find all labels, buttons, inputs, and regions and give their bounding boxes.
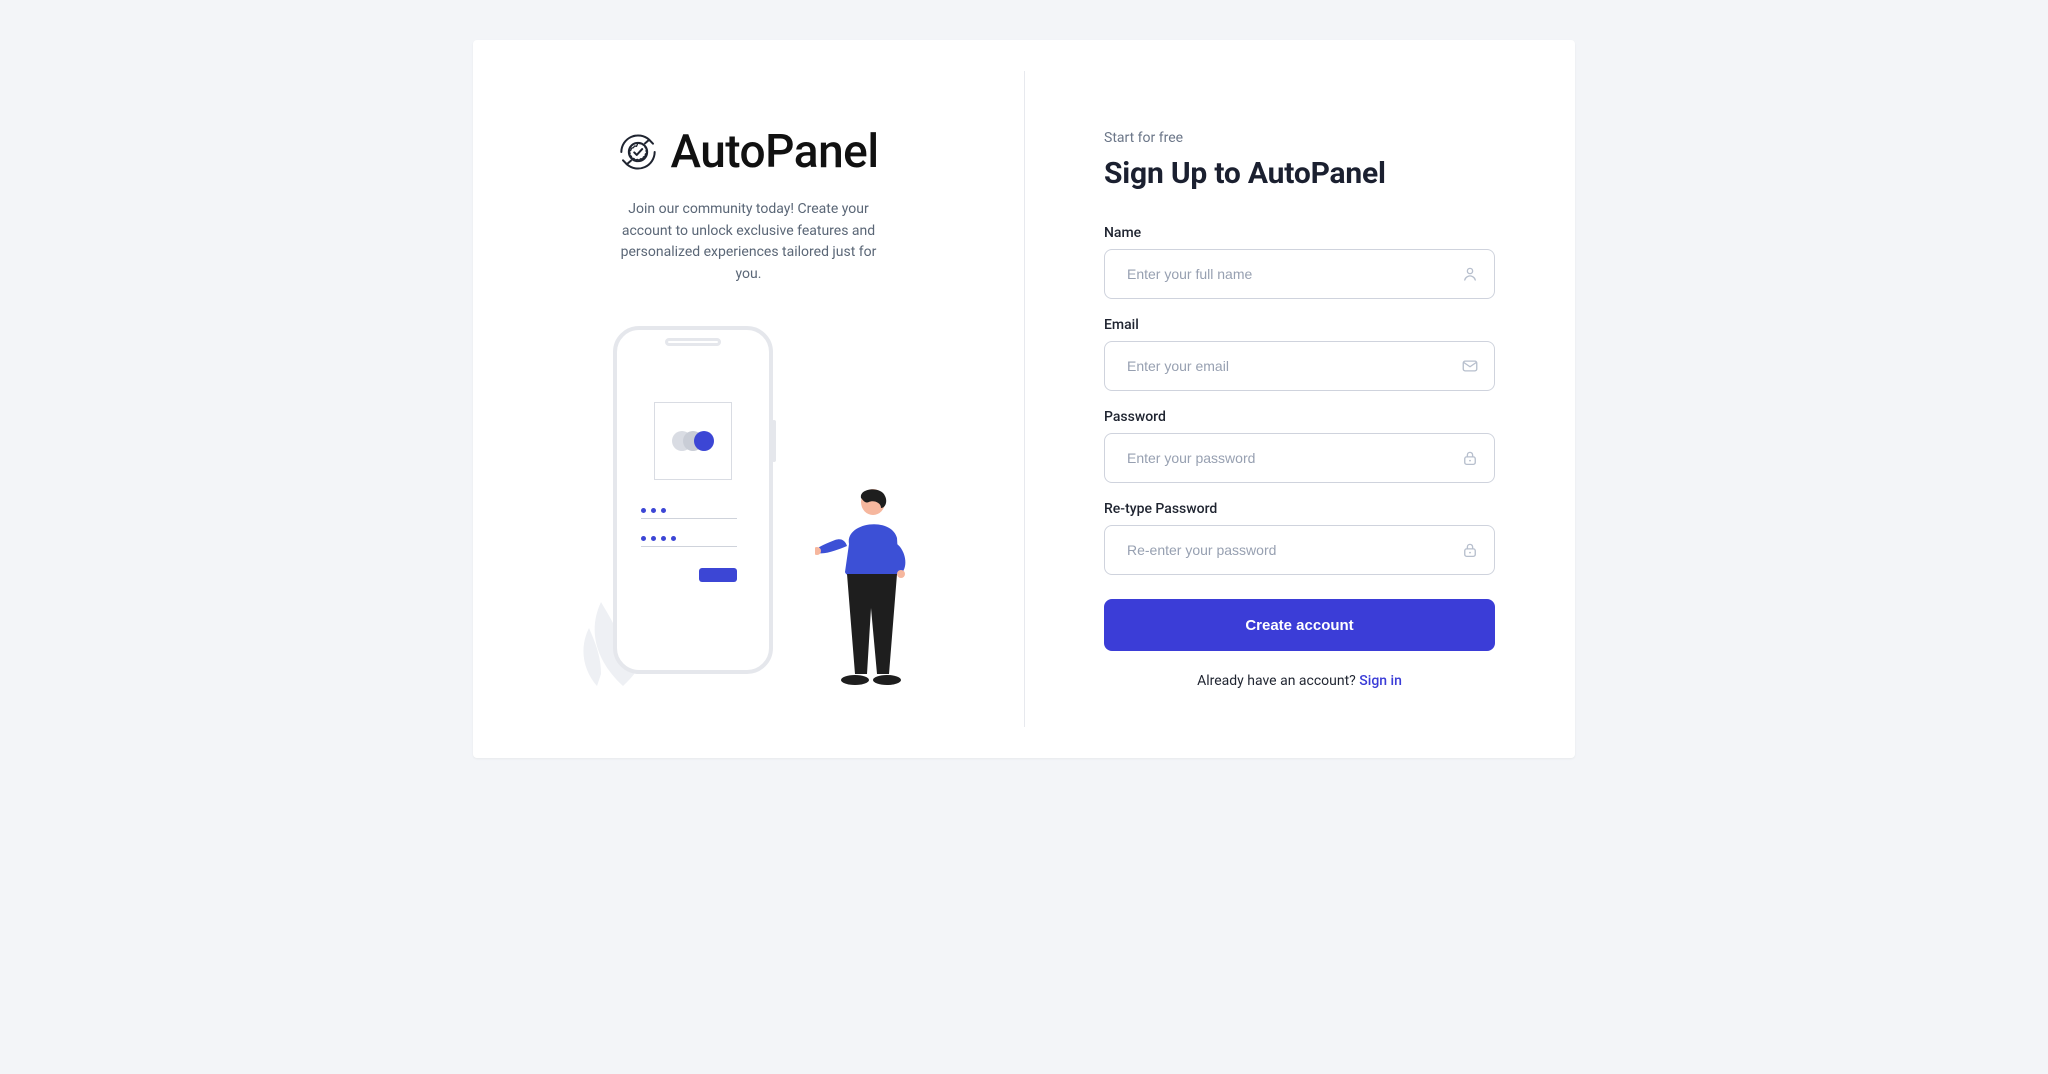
lock-icon	[1461, 541, 1479, 559]
confirm-password-label: Re-type Password	[1104, 501, 1495, 517]
password-label: Password	[1104, 409, 1495, 425]
signin-link[interactable]: Sign in	[1359, 673, 1402, 689]
lock-icon	[1461, 449, 1479, 467]
form-eyebrow: Start for free	[1104, 130, 1495, 146]
promo-tagline: Join our community today! Create your ac…	[619, 199, 879, 286]
password-input[interactable]	[1104, 433, 1495, 483]
signin-prompt: Already have an account? Sign in	[1104, 673, 1495, 689]
brand-logo-icon	[618, 132, 658, 172]
name-input[interactable]	[1104, 249, 1495, 299]
create-account-button[interactable]: Create account	[1104, 599, 1495, 651]
phone-illustration	[613, 326, 773, 674]
confirm-password-input[interactable]	[1104, 525, 1495, 575]
email-input[interactable]	[1104, 341, 1495, 391]
brand: AutoPanel	[618, 125, 878, 179]
mail-icon	[1461, 357, 1479, 375]
form-heading: Sign Up to AutoPanel	[1104, 156, 1495, 191]
name-label: Name	[1104, 225, 1495, 241]
person-illustration-icon	[815, 488, 911, 686]
signup-form: Name Email	[1104, 225, 1495, 689]
panel-divider	[1024, 71, 1025, 727]
signup-card: AutoPanel Join our community today! Crea…	[473, 40, 1575, 758]
email-label: Email	[1104, 317, 1495, 333]
form-panel: Start for free Sign Up to AutoPanel Name…	[1024, 40, 1575, 758]
signin-prompt-text: Already have an account?	[1197, 673, 1359, 689]
brand-name: AutoPanel	[670, 125, 878, 179]
promo-illustration	[579, 326, 919, 686]
promo-panel: AutoPanel Join our community today! Crea…	[473, 40, 1024, 758]
user-icon	[1461, 265, 1479, 283]
